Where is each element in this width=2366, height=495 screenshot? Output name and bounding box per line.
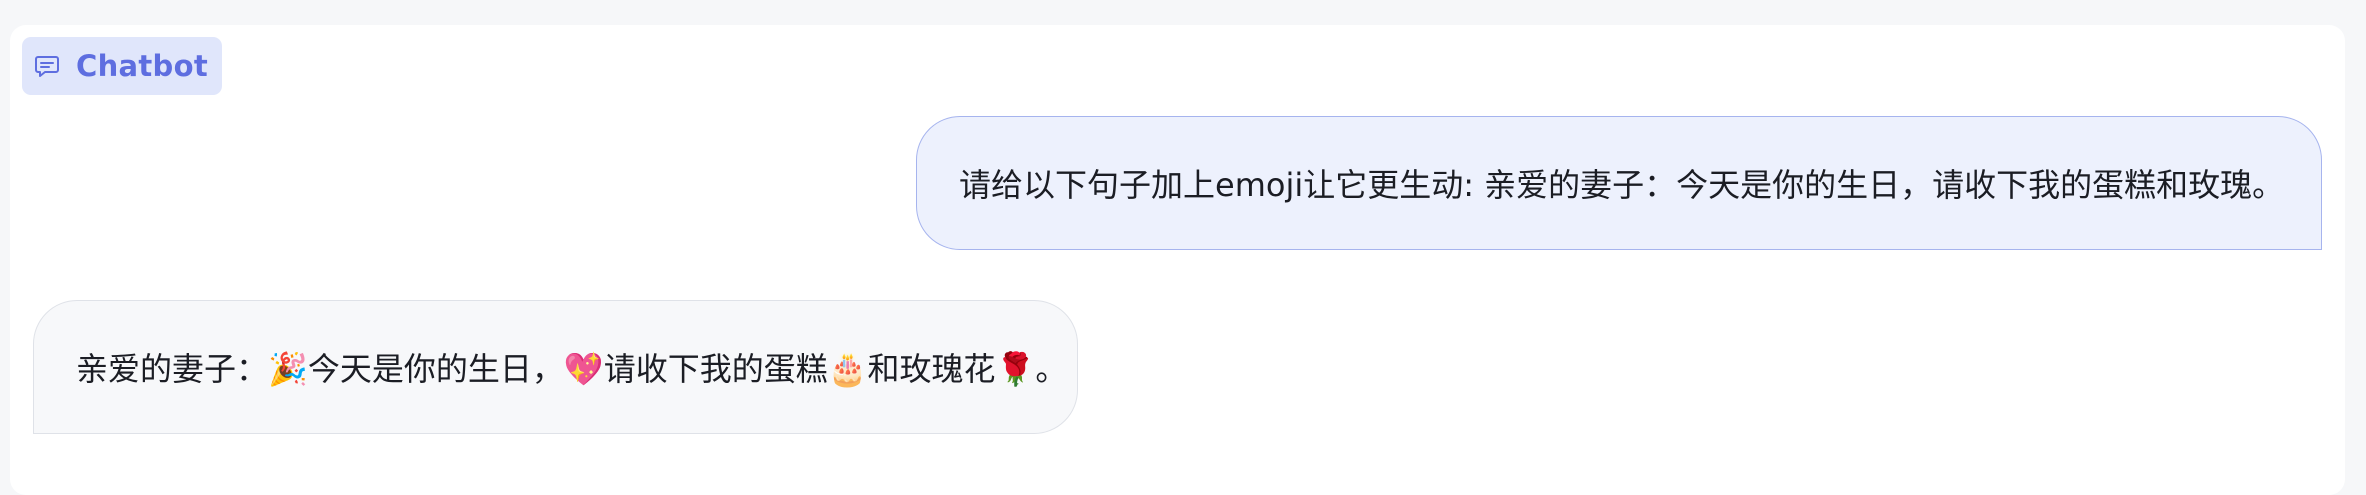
chatbot-label: Chatbot	[76, 49, 209, 83]
bot-message-bubble: 亲爱的妻子：🎉今天是你的生日，💖请收下我的蛋糕🎂和玫瑰花🌹。	[33, 300, 1078, 434]
chatbot-label-tag: Chatbot	[22, 37, 223, 95]
bot-message-text: 亲爱的妻子：🎉今天是你的生日，💖请收下我的蛋糕🎂和玫瑰花🌹。	[76, 350, 1068, 388]
chat-bubble-icon	[34, 53, 60, 79]
user-message-text: 请给以下句子加上emoji让它更生动: 亲爱的妻子：今天是你的生日，请收下我的蛋…	[959, 166, 2285, 204]
user-message-bubble: 请给以下句子加上emoji让它更生动: 亲爱的妻子：今天是你的生日，请收下我的蛋…	[916, 116, 2322, 250]
